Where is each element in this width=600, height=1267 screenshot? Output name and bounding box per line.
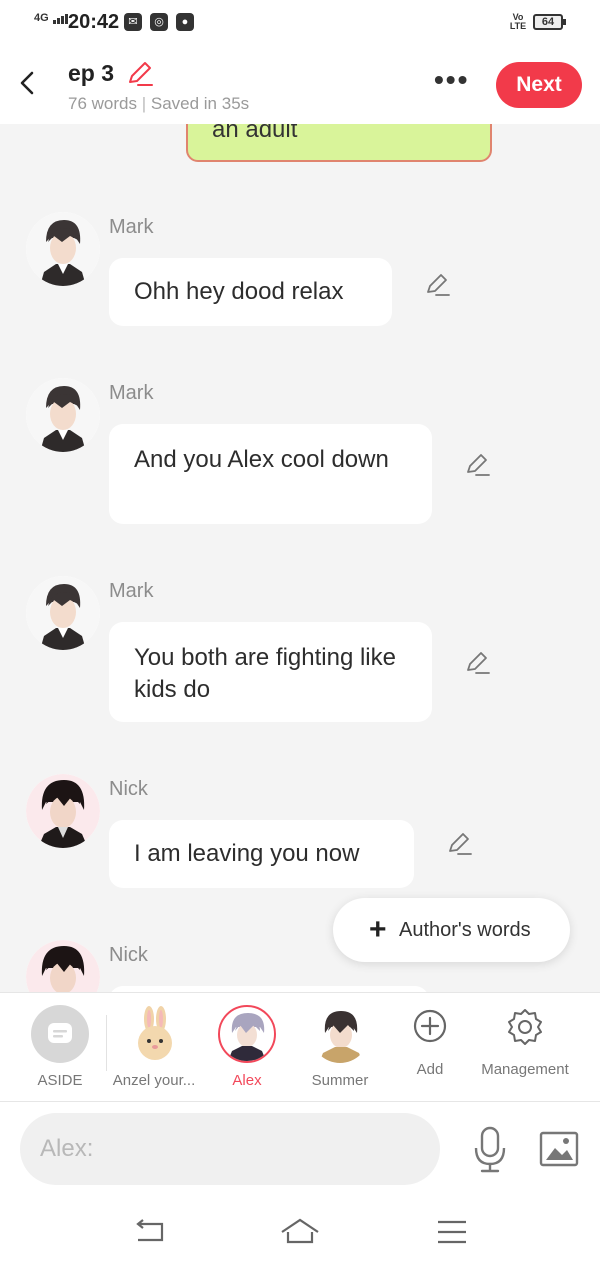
summer-avatar-icon: [311, 1005, 369, 1063]
character-summer[interactable]: Summer: [290, 993, 390, 1103]
speaker-name: Nick: [109, 944, 148, 966]
status-bar: 4G 20:42 ✉ ◎ ● Vo LTE 64: [0, 0, 600, 48]
mark-avatar-icon: [26, 576, 100, 650]
pencil-icon: [427, 274, 450, 296]
editor-header: ep 3 76 words | Saved in 35s ••• Next: [0, 48, 600, 124]
menu-icon: [438, 1220, 466, 1244]
nav-home-button[interactable]: [280, 1216, 320, 1248]
word-count: 76 words: [68, 94, 137, 113]
bunny-avatar-icon: [125, 1005, 183, 1063]
nick-avatar-icon: [26, 774, 100, 848]
more-options-button[interactable]: •••: [434, 66, 469, 94]
pencil-icon: [467, 652, 490, 674]
message-bubble[interactable]: I am leaving you now: [109, 820, 414, 888]
authors-words-button[interactable]: + Author's words: [333, 898, 570, 962]
pencil-icon: [129, 62, 153, 86]
character-name: Summer: [311, 1072, 369, 1089]
mail-icon: ✉: [124, 13, 142, 31]
pencil-icon: [449, 833, 472, 855]
character-alex[interactable]: Alex: [197, 993, 297, 1103]
edit-title-button[interactable]: [124, 60, 154, 88]
next-button[interactable]: Next: [496, 62, 582, 108]
image-icon: [539, 1131, 579, 1167]
chrome-icon: ◎: [150, 13, 168, 31]
message-text: And you Alex cool down: [134, 446, 389, 473]
alex-avatar-icon: [218, 1005, 276, 1063]
pencil-icon: [467, 454, 490, 476]
battery-icon: 64: [533, 14, 566, 30]
avatar[interactable]: [26, 212, 100, 286]
signal-icon: [52, 12, 69, 24]
saved-status: Saved in 35s: [150, 94, 250, 113]
message-bubble[interactable]: Ohh hey dood relax: [109, 258, 392, 326]
speaker-name: Mark: [109, 382, 154, 404]
message-text: I am leaving you now: [134, 840, 360, 867]
nick-avatar-icon: [26, 940, 100, 992]
avatar[interactable]: [26, 576, 100, 650]
word-count-status: 76 words | Saved in 35s: [68, 94, 250, 113]
aside-icon: [31, 1005, 89, 1063]
nav-menu-button[interactable]: [432, 1216, 472, 1248]
edit-message-button[interactable]: [424, 272, 452, 300]
mic-notification-icon: ●: [176, 13, 194, 31]
avatar[interactable]: [26, 378, 100, 452]
character-anzel[interactable]: Anzel your...: [104, 993, 204, 1103]
status-time: 20:42: [68, 11, 120, 33]
edit-message-button[interactable]: [464, 452, 492, 480]
system-nav-bar: [0, 1198, 600, 1267]
message-text: Ohh hey dood relax: [134, 278, 344, 305]
chevron-left-icon: [20, 71, 34, 95]
network-indicator: 4G: [34, 12, 69, 24]
character-aside[interactable]: ASIDE: [10, 993, 110, 1103]
message-text: You both are fighting like kids do: [134, 644, 396, 703]
voice-input-button[interactable]: [470, 1124, 510, 1176]
message-bubble[interactable]: And you Alex cool down: [109, 424, 432, 524]
gear-icon: [503, 1005, 547, 1049]
plus-icon: +: [369, 913, 387, 946]
authors-words-label: Author's words: [399, 919, 531, 941]
return-icon: [136, 1219, 164, 1242]
management-button[interactable]: Management: [465, 993, 585, 1103]
image-button[interactable]: [538, 1128, 580, 1170]
edit-message-button[interactable]: [446, 831, 474, 859]
character-name: Management: [481, 1061, 569, 1078]
character-selector: ASIDE Anzel your... Alex Summer Add Mana…: [0, 992, 600, 1102]
avatar[interactable]: [26, 774, 100, 848]
mark-avatar-icon: [26, 212, 100, 286]
edit-message-button[interactable]: [464, 650, 492, 678]
add-circle-icon: [408, 1007, 452, 1051]
volte-indicator: Vo LTE: [509, 12, 527, 31]
episode-title[interactable]: ep 3: [68, 60, 114, 87]
message-bubble[interactable]: You both are fighting like kids do: [109, 622, 432, 722]
input-bar: [0, 1102, 600, 1198]
home-icon: [281, 1218, 319, 1244]
mark-avatar-icon: [26, 378, 100, 452]
speaker-name: Mark: [109, 216, 154, 238]
message-input[interactable]: [20, 1113, 440, 1185]
nav-back-button[interactable]: [130, 1216, 170, 1248]
chat-area[interactable]: an adult Mark Ohh hey dood relax Mark An…: [0, 124, 600, 992]
character-name: Anzel your...: [112, 1072, 196, 1089]
character-name: Alex: [232, 1072, 262, 1089]
speaker-name: Nick: [109, 778, 148, 800]
avatar[interactable]: [26, 940, 100, 992]
previous-message-bubble[interactable]: an adult: [186, 124, 492, 162]
character-name: ASIDE: [37, 1072, 83, 1089]
speaker-name: Mark: [109, 580, 154, 602]
network-type: 4G: [34, 12, 49, 24]
back-button[interactable]: [14, 68, 42, 98]
notification-icons: ✉ ◎ ●: [124, 13, 194, 31]
microphone-icon: [474, 1126, 506, 1173]
